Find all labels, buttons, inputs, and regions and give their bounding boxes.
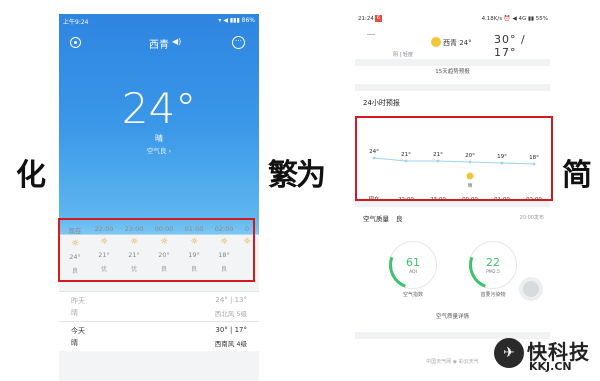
day-wind: 西北风 5级 (214, 310, 247, 318)
calligraphy-left: 化 (16, 158, 46, 193)
section-divider (355, 200, 550, 207)
current-temperature: 24° (121, 84, 197, 133)
floating-action-button[interactable] (519, 277, 543, 301)
day-temps: 24° | 13° (215, 296, 247, 304)
notification-badge: 6 (375, 15, 382, 22)
gauge-sub: AQI (409, 270, 417, 275)
air-quality-link[interactable]: 空气良 › (59, 145, 259, 155)
daily-list: 昨天 晴 24° | 13° 西北风 5级 今天 晴 30° | 17° 西南风… (59, 291, 259, 351)
divider (367, 32, 375, 35)
day-name: 昨天 (71, 297, 85, 305)
speaker-icon[interactable]: ◀) (172, 37, 181, 46)
gauge-value: 22 (486, 256, 500, 269)
status-icons: ▾ ◀ ▮▮▮ 86% (218, 17, 255, 24)
calligraphy-right: 简 (562, 158, 592, 193)
pm25-gauge[interactable]: 22 PM2.5 (461, 233, 525, 297)
gauge-value: 61 (406, 256, 420, 269)
gauge-label: 首要污染物 (480, 292, 506, 298)
high-low: 30° / 17° (494, 33, 526, 59)
sun-icon (431, 37, 441, 47)
status-bar: 上午9:24 ▾ ◀ ▮▮▮ 86% (63, 17, 255, 27)
section-divider (355, 84, 550, 91)
day-condition: 晴 (71, 339, 78, 347)
section-title-24h: 24小时预报 (363, 99, 400, 107)
highlight-box-left (58, 218, 255, 282)
status-time: 21:24 (358, 16, 374, 22)
gauge-label: 空气指数 (402, 292, 423, 298)
gauge-sub: PM2.5 (486, 270, 500, 275)
watermark-text-en: KKJ.CN (529, 360, 572, 373)
aqi-gauge[interactable]: 61 AQI (381, 233, 445, 297)
city-name: 西青 (149, 40, 169, 51)
status-icons: 4.18K/s ⏰ ◀ 4G ▮▮ 55% (481, 16, 548, 22)
phone-old-weather: 上午9:24 ▾ ◀ ▮▮▮ 86% 西青 ◀) ··· 24° 晴 空气良 ›… (59, 14, 259, 381)
day-label: 阴 | 轻度 (393, 52, 413, 58)
more-icon[interactable]: ··· (232, 36, 245, 49)
status-time: 上午9:24 (63, 19, 89, 26)
day-wind: 西南风 4级 (214, 340, 247, 348)
day-temps: 30° | 17° (215, 326, 247, 334)
aq-detail-link[interactable]: 空气质量详情 (355, 312, 550, 320)
current-condition: 晴 (155, 134, 163, 143)
day-row-yesterday[interactable]: 昨天 晴 24° | 13° 西北风 5级 (59, 291, 259, 321)
section-title-aq: 空气质量 (363, 215, 389, 223)
highlight-box-right (355, 116, 553, 201)
section-divider (355, 332, 550, 339)
calligraphy-middle: 繁为 (268, 158, 326, 193)
status-bar: 21:24 6 4.18K/s ⏰ ◀ 4G ▮▮ 55% (358, 15, 548, 25)
forecast-15day-link[interactable]: 15天趋势预报 (355, 67, 550, 75)
day-name: 今天 (71, 327, 85, 335)
aq-publish-time: 20:00发布 (519, 215, 544, 221)
section-divider (355, 59, 550, 66)
comparison-canvas: 化 繁为 简 上午9:24 ▾ ◀ ▮▮▮ 86% 西青 ◀) ··· 24° … (0, 0, 600, 381)
watermark-bird-logo: ✈ (494, 338, 524, 368)
day-row-today[interactable]: 今天 晴 30° | 17° 西南风 4级 (59, 321, 259, 351)
city-name: 西青 24° (443, 39, 472, 47)
day-condition: 晴 (71, 309, 78, 317)
current-weather-card[interactable]: 西青 24° 阴 | 轻度 30° / 17° (355, 25, 550, 59)
aq-level: 良 (396, 215, 403, 223)
